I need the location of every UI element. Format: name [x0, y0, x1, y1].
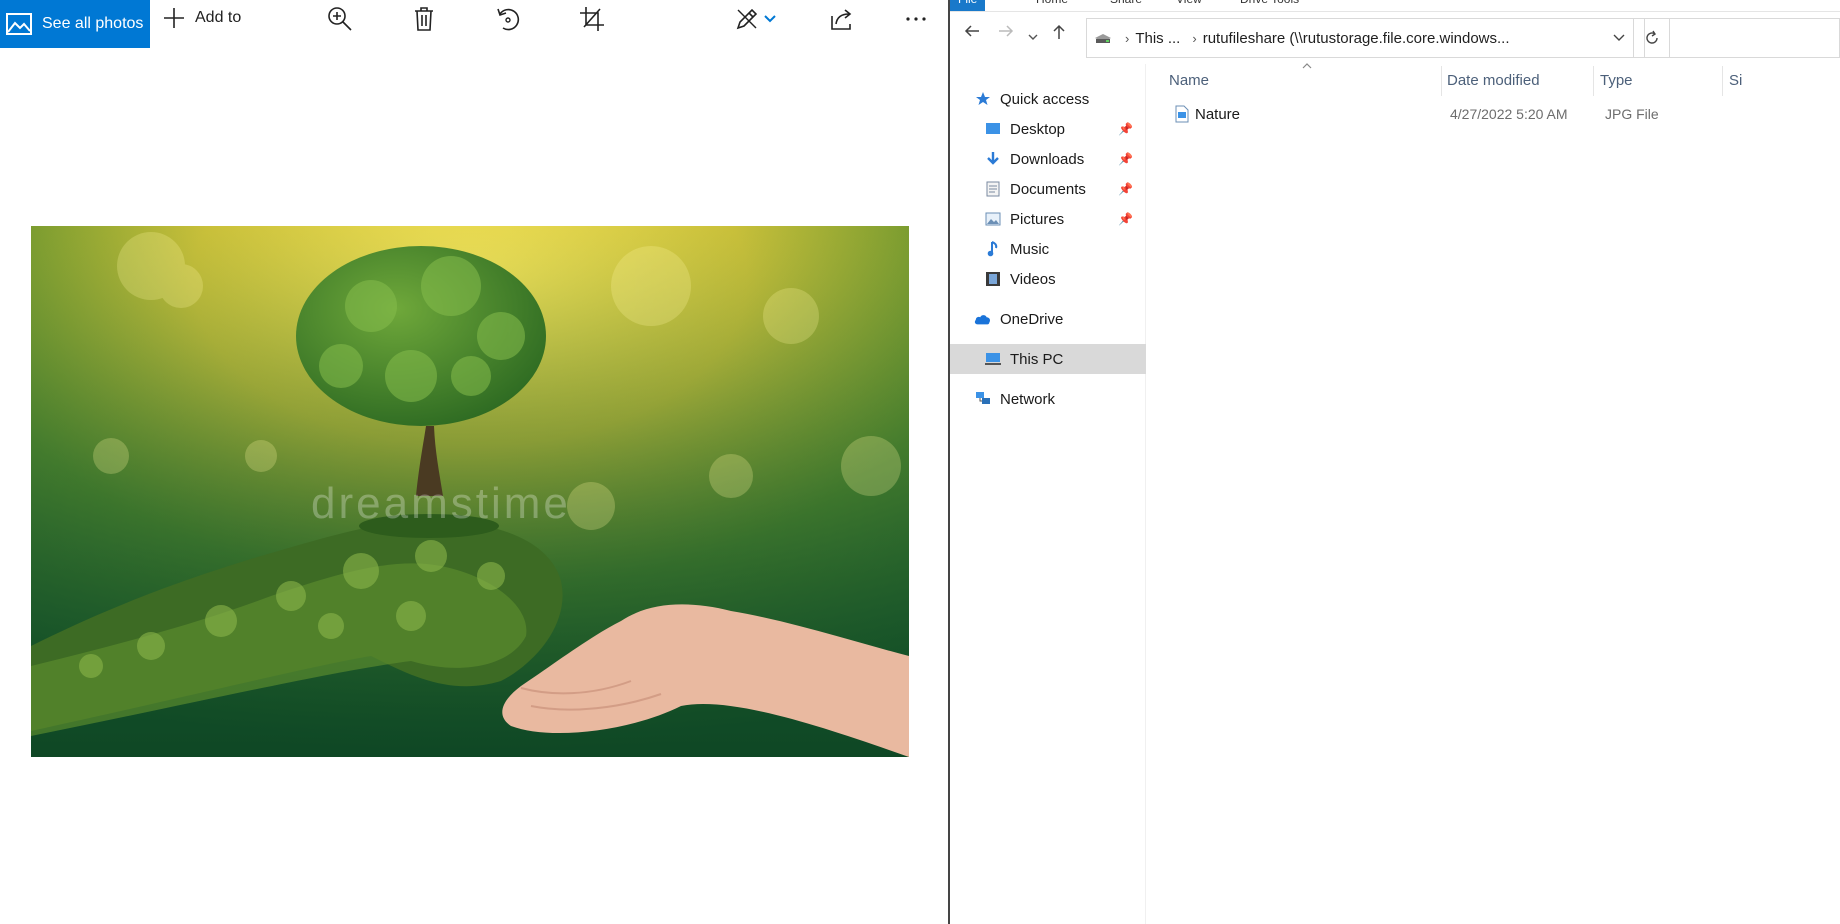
- delete-icon[interactable]: [410, 5, 438, 33]
- forward-arrow-icon[interactable]: [998, 24, 1014, 43]
- address-dropdown-icon[interactable]: [1613, 31, 1625, 45]
- up-arrow-icon[interactable]: [1052, 24, 1066, 45]
- photos-toolbar: See all photos Add to: [0, 0, 948, 48]
- pin-icon[interactable]: 📌: [1118, 122, 1133, 136]
- tab-file[interactable]: File: [950, 0, 986, 11]
- pin-icon[interactable]: 📌: [1118, 152, 1133, 166]
- share-icon[interactable]: [828, 5, 856, 33]
- add-to-button[interactable]: Add to: [163, 0, 241, 36]
- photo-image: dreamstime: [31, 226, 909, 757]
- nav-label: This PC: [1010, 350, 1064, 368]
- breadcrumb-chevron-icon: ›: [1192, 30, 1197, 46]
- music-note-icon: [984, 240, 1002, 258]
- nav-label: Desktop: [1010, 120, 1066, 138]
- nav-item-desktop[interactable]: Desktop 📌: [984, 116, 1144, 142]
- see-all-photos-label: See all photos: [42, 15, 144, 32]
- plus-icon: [164, 8, 184, 28]
- nav-item-pictures[interactable]: Pictures 📌: [984, 206, 1144, 232]
- back-arrow-icon[interactable]: [964, 24, 980, 43]
- search-input[interactable]: [1644, 18, 1840, 58]
- column-header-type[interactable]: Type: [1600, 72, 1633, 89]
- edit-icon[interactable]: [733, 5, 761, 33]
- nav-label: Videos: [1010, 270, 1056, 288]
- network-icon: [974, 390, 992, 408]
- tab-home[interactable]: Home: [1036, 0, 1068, 11]
- nav-item-quick-access[interactable]: Quick access: [974, 86, 1144, 112]
- tab-drive-tools[interactable]: Drive Tools: [1240, 0, 1299, 11]
- nav-item-downloads[interactable]: Downloads 📌: [984, 146, 1144, 172]
- nav-label: Documents: [1010, 180, 1086, 198]
- computer-icon: [984, 350, 1002, 368]
- pictures-icon: [984, 210, 1002, 228]
- add-to-label: Add to: [195, 9, 242, 26]
- nav-item-this-pc[interactable]: This PC: [950, 344, 1146, 374]
- jpg-file-icon: [1175, 105, 1189, 127]
- photos-icon: [6, 13, 32, 35]
- nav-item-music[interactable]: Music: [984, 236, 1144, 262]
- download-arrow-icon: [984, 150, 1002, 168]
- document-icon: [984, 180, 1002, 198]
- see-all-photos-button[interactable]: See all photos: [0, 0, 150, 48]
- navigation-pane: Quick access Desktop 📌 Downloads 📌 Docum…: [950, 64, 1146, 924]
- file-date-modified: 4/27/2022 5:20 AM: [1450, 106, 1568, 122]
- more-icon[interactable]: [902, 5, 930, 33]
- tab-view[interactable]: View: [1176, 0, 1202, 11]
- cloud-icon: [974, 310, 992, 328]
- chevron-down-icon[interactable]: [762, 5, 778, 33]
- column-header-size[interactable]: Si: [1729, 72, 1742, 89]
- column-separator[interactable]: [1441, 66, 1442, 96]
- nav-label: Quick access: [1000, 90, 1090, 108]
- desktop-icon: [984, 120, 1002, 138]
- film-icon: [984, 270, 1002, 288]
- file-explorer: File Home Share View Drive Tools › This …: [950, 0, 1840, 924]
- nav-item-videos[interactable]: Videos: [984, 266, 1144, 292]
- nav-label: Downloads: [1010, 150, 1085, 168]
- breadcrumb-fileshare[interactable]: rutufileshare (\\rutustorage.file.core.w…: [1203, 30, 1510, 47]
- nav-label: Pictures: [1010, 210, 1065, 228]
- breadcrumb-this-pc[interactable]: This ...: [1135, 30, 1180, 47]
- recent-locations-chevron-icon[interactable]: [1028, 28, 1038, 46]
- breadcrumb-chevron-icon: ›: [1125, 30, 1130, 46]
- file-type: JPG File: [1605, 106, 1659, 122]
- nav-item-network[interactable]: Network: [974, 386, 1144, 412]
- table-row[interactable]: Nature 4/27/2022 5:20 AM JPG File: [1147, 102, 1840, 128]
- nav-label: OneDrive: [1000, 310, 1064, 328]
- photos-app: See all photos Add to dreamstime: [0, 0, 948, 924]
- star-icon: [974, 90, 992, 108]
- ribbon-tabs: File Home Share View Drive Tools: [950, 0, 1840, 12]
- file-name: Nature: [1195, 106, 1241, 123]
- nav-item-documents[interactable]: Documents 📌: [984, 176, 1144, 202]
- pin-icon[interactable]: 📌: [1118, 212, 1133, 226]
- network-drive-icon: [1095, 34, 1111, 43]
- address-bar[interactable]: › This ... › rutufileshare (\\rutustorag…: [1086, 18, 1634, 58]
- column-header-name[interactable]: Name: [1169, 72, 1209, 89]
- pin-icon[interactable]: 📌: [1118, 182, 1133, 196]
- column-header-date-modified[interactable]: Date modified: [1447, 72, 1540, 89]
- watermark-text: dreamstime: [311, 479, 571, 528]
- file-list: Name Date modified Type Si Nature 4/27/2…: [1147, 63, 1840, 924]
- nav-label: Music: [1010, 240, 1050, 258]
- column-separator[interactable]: [1722, 66, 1723, 96]
- crop-icon[interactable]: [578, 5, 606, 33]
- nav-item-onedrive[interactable]: OneDrive: [974, 306, 1144, 332]
- zoom-in-icon[interactable]: [326, 5, 354, 33]
- tab-share[interactable]: Share: [1110, 0, 1142, 11]
- column-separator[interactable]: [1593, 66, 1594, 96]
- rotate-icon[interactable]: [494, 5, 522, 33]
- nav-label: Network: [1000, 390, 1056, 408]
- sort-ascending-icon: [1302, 60, 1312, 72]
